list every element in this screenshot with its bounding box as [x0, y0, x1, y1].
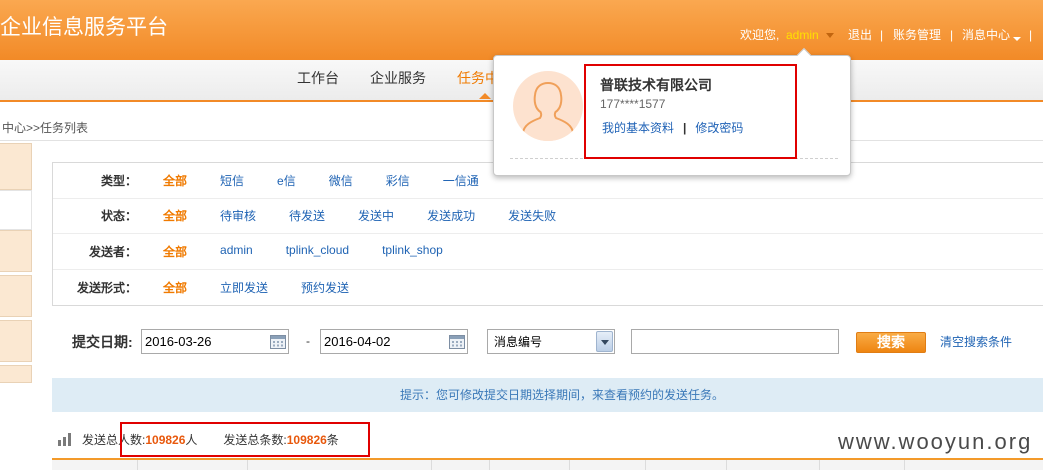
header-separator: | [950, 28, 954, 42]
table-header-cell [432, 460, 490, 470]
table-header-cell [820, 460, 905, 470]
filter-status-option[interactable]: 待审核 [220, 207, 256, 224]
popup-links: 我的基本资料 | 修改密码 [602, 121, 743, 135]
company-name: 普联技术有限公司 [600, 77, 712, 93]
caret-down-icon[interactable] [826, 33, 834, 38]
watermark: www.wooyun.org [838, 429, 1033, 454]
profile-link[interactable]: 我的基本资料 [602, 121, 674, 135]
top-header: 企业信息服务平台 欢迎您, admin 退出 | 账务管理 | 消息中心 | [0, 0, 1043, 60]
change-password-link[interactable]: 修改密码 [695, 121, 743, 135]
username-link[interactable]: admin [786, 28, 819, 42]
billing-link[interactable]: 账务管理 [893, 28, 941, 42]
tip-text: 提示：您可修改提交日期选择期间，来查看预约的发送任务。 [400, 388, 725, 402]
date-range-separator: - [306, 334, 310, 348]
calendar-icon[interactable] [449, 335, 465, 349]
clear-search-link[interactable]: 清空搜索条件 [940, 335, 1012, 349]
table-header-cell [52, 460, 138, 470]
filter-sender-option[interactable]: 全部 [163, 243, 187, 260]
filter-type-option[interactable]: e信 [277, 172, 296, 189]
sidebar-item[interactable] [0, 275, 32, 317]
nav-tabs: 工作台 企业服务 任务中 [297, 69, 499, 87]
messages-link[interactable]: 消息中心 [962, 28, 1010, 42]
caret-down-icon[interactable] [1013, 37, 1021, 41]
start-date-field [141, 329, 289, 354]
sidebar-item[interactable] [0, 143, 32, 190]
calendar-icon[interactable] [270, 335, 286, 349]
filter-send-mode-option[interactable]: 全部 [163, 279, 187, 296]
filter-label: 发送形式： [76, 280, 137, 295]
filter-label: 类型： [100, 173, 137, 188]
keyword-input[interactable] [632, 330, 838, 353]
total-people-label: 发送总人数: [82, 433, 146, 447]
table-header-cell [490, 460, 570, 470]
filter-sender-option[interactable]: tplink_shop [382, 243, 443, 260]
filter-label: 发送者： [88, 244, 137, 259]
filter-status-option[interactable]: 待发送 [289, 207, 325, 224]
table-header-cell [570, 460, 646, 470]
user-info-popup: 普联技术有限公司 177****1577 我的基本资料 | 修改密码 [493, 47, 851, 176]
active-tab-indicator [479, 93, 491, 99]
end-date-input[interactable] [321, 330, 467, 353]
filter-sender-option[interactable]: admin [220, 243, 253, 260]
filter-type-option[interactable]: 彩信 [386, 172, 410, 189]
filter-row-status: 状态： 全部 待审核 待发送 发送中 发送成功 发送失败 [53, 199, 1043, 234]
filter-row-send-mode: 发送形式： 全部 立即发送 预约发送 [53, 270, 1043, 306]
total-people-value: 109826 [145, 433, 186, 447]
total-people-unit: 人 [185, 433, 198, 447]
filter-type-option[interactable]: 微信 [329, 172, 353, 189]
table-header-cell [727, 460, 820, 470]
popup-divider [510, 158, 838, 159]
filter-label: 状态： [100, 209, 137, 224]
table-header-cell [138, 460, 248, 470]
sidebar-item[interactable] [0, 365, 32, 383]
sidebar-item[interactable] [0, 230, 32, 272]
send-stats: 发送总人数: 109826 人 发送总条数: 109826 条 [82, 433, 339, 447]
phone-number: 177****1577 [600, 97, 666, 111]
filter-type-option[interactable]: 全部 [163, 172, 187, 189]
header-separator: | [1029, 28, 1033, 42]
header-separator: | [880, 28, 884, 42]
bar-chart-icon [58, 433, 71, 446]
table-header [52, 460, 1043, 470]
keyword-field [631, 329, 839, 354]
sidebar-item[interactable] [0, 320, 32, 362]
filter-sender-option[interactable]: tplink_cloud [286, 243, 349, 260]
filter-send-mode-option[interactable]: 预约发送 [301, 279, 349, 296]
search-button[interactable]: 搜索 [856, 332, 926, 353]
filter-status-option[interactable]: 发送失败 [508, 207, 556, 224]
submit-date-label: 提交日期: [72, 334, 133, 350]
tab-enterprise-service[interactable]: 企业服务 [370, 69, 426, 87]
table-header-cell [905, 460, 1043, 470]
start-date-input[interactable] [142, 330, 288, 353]
tab-workbench[interactable]: 工作台 [297, 69, 339, 87]
filter-row-sender: 发送者： 全部 admin tplink_cloud tplink_shop [53, 234, 1043, 270]
select-value: 消息编号 [494, 335, 543, 349]
welcome-text: 欢迎您, [740, 28, 780, 42]
total-messages-value: 109826 [286, 433, 327, 447]
table-header-cell [646, 460, 727, 470]
filter-send-mode-option[interactable]: 立即发送 [220, 279, 268, 296]
filter-status-option[interactable]: 全部 [163, 207, 187, 224]
user-avatar-icon [513, 71, 583, 141]
filter-status-option[interactable]: 发送中 [358, 207, 394, 224]
tip-bar: 提示：您可修改提交日期选择期间，来查看预约的发送任务。 [52, 378, 1043, 412]
end-date-field [320, 329, 468, 354]
sidebar-spacer [0, 190, 32, 230]
link-separator: | [683, 121, 687, 135]
platform-title: 企业信息服务平台 [0, 16, 168, 39]
breadcrumb: 中心>>任务列表 [2, 121, 89, 135]
logout-link[interactable]: 退出 [848, 28, 872, 42]
filter-type-option[interactable]: 短信 [220, 172, 244, 189]
total-messages-label: 发送总条数: [223, 433, 287, 447]
search-field-select[interactable]: 消息编号 [487, 329, 615, 354]
filter-type-option[interactable]: 一信通 [443, 172, 479, 189]
table-header-cell [248, 460, 432, 470]
total-messages-unit: 条 [326, 433, 339, 447]
filter-status-option[interactable]: 发送成功 [427, 207, 475, 224]
filter-panel: 类型： 全部 短信 e信 微信 彩信 一信通 状态： 全部 待审核 待发送 发送… [52, 162, 1043, 306]
chevron-down-icon[interactable] [596, 331, 613, 352]
